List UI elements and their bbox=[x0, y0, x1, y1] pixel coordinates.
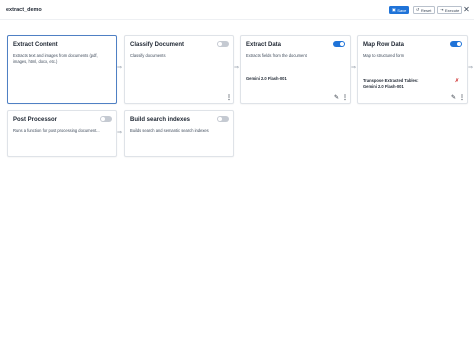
node-title: Build search indexes bbox=[130, 117, 191, 123]
save-button[interactable]: ▣ Save bbox=[389, 6, 409, 14]
execute-icon: ⇥ bbox=[440, 7, 444, 12]
node-description: Extracts text and images from documents … bbox=[13, 53, 98, 64]
reset-icon: ↺ bbox=[416, 7, 420, 12]
node-card-map-row-data[interactable]: Map Row Data Map to structured form Tran… bbox=[357, 35, 468, 104]
node-title: Map Row Data bbox=[363, 42, 405, 48]
node-toggle[interactable] bbox=[450, 41, 462, 47]
node-description: Extracts fields from the document bbox=[246, 53, 307, 58]
arrow-right-icon: ⇒ bbox=[117, 65, 123, 71]
node-model: Transpose Extracted Tables: Gemini 2.0 F… bbox=[363, 78, 418, 90]
kebab-menu-icon[interactable]: ⋮ bbox=[226, 95, 232, 101]
arrow-right-icon: ⇒ bbox=[234, 65, 240, 71]
node-description: Builds search and semantic search indexe… bbox=[130, 128, 209, 133]
kebab-menu-icon[interactable]: ⋮ bbox=[342, 95, 348, 101]
node-description: Runs a function for post processing docu… bbox=[13, 128, 100, 133]
pencil-icon[interactable]: ✎ bbox=[451, 95, 456, 101]
node-description: Map to structured form bbox=[363, 53, 405, 58]
node-toggle[interactable] bbox=[333, 41, 345, 47]
save-label: Save bbox=[397, 7, 407, 13]
node-model: Gemini 2.0 Flash-001 bbox=[246, 76, 287, 81]
kebab-menu-icon[interactable]: ⋮ bbox=[459, 95, 465, 101]
node-toggle[interactable] bbox=[217, 41, 229, 47]
node-toggle[interactable] bbox=[217, 116, 229, 122]
node-toggle[interactable] bbox=[100, 116, 112, 122]
node-card-classify-document[interactable]: Classify Document Classify documents ⋮ bbox=[124, 35, 234, 104]
save-icon: ▣ bbox=[392, 7, 396, 12]
execute-label: Execute bbox=[444, 7, 460, 13]
node-title: Classify Document bbox=[130, 42, 185, 48]
arrow-right-icon: ⇒ bbox=[117, 130, 123, 136]
node-description: Classify documents bbox=[130, 53, 166, 58]
node-title: Extract Data bbox=[246, 42, 282, 48]
node-card-extract-content[interactable]: Extract Content Extracts text and images… bbox=[7, 35, 117, 104]
error-x-icon[interactable]: ✗ bbox=[453, 77, 461, 85]
top-bar: extract_demo ▣ Save ↺ Reset ⇥ Execute ✕ bbox=[0, 0, 474, 20]
arrow-right-icon: ⇒ bbox=[351, 65, 357, 71]
pencil-icon[interactable]: ✎ bbox=[334, 95, 339, 101]
execute-button[interactable]: ⇥ Execute bbox=[437, 6, 462, 14]
reset-label: Reset bbox=[420, 7, 432, 13]
node-title: Extract Content bbox=[13, 42, 58, 48]
node-card-post-processor[interactable]: Post Processor Runs a function for post … bbox=[7, 110, 117, 157]
node-model-name: Gemini 2.0 Flash-001 bbox=[363, 84, 404, 89]
arrow-right-icon: ⇒ bbox=[468, 65, 474, 71]
page-title: extract_demo bbox=[6, 7, 42, 13]
close-icon[interactable]: ✕ bbox=[462, 5, 471, 14]
node-card-build-search-indexes[interactable]: Build search indexes Builds search and s… bbox=[124, 110, 234, 157]
node-card-extract-data[interactable]: Extract Data Extracts fields from the do… bbox=[240, 35, 351, 104]
node-title: Post Processor bbox=[13, 117, 58, 123]
reset-button[interactable]: ↺ Reset bbox=[413, 6, 435, 14]
